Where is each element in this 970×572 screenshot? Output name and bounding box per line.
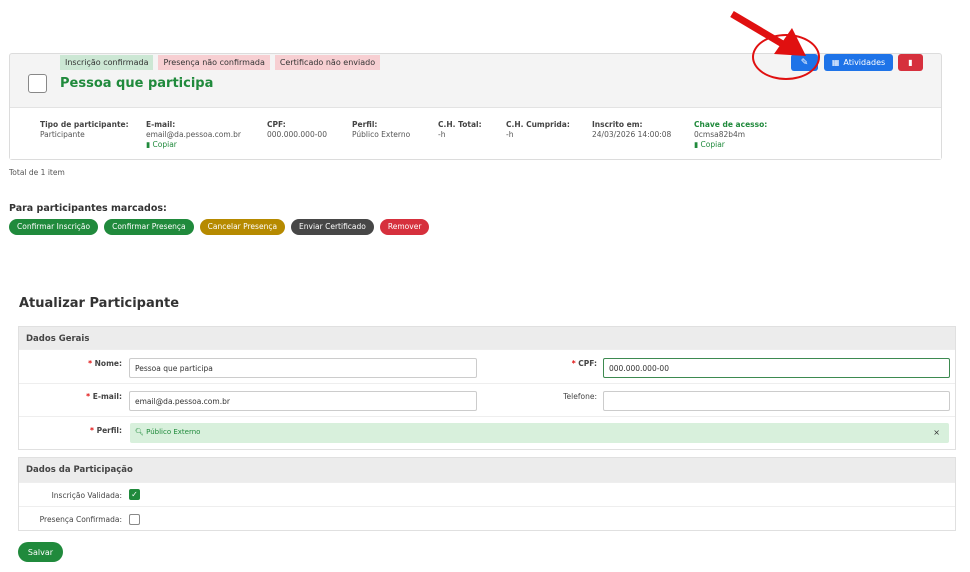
field-cpf: CPF: 000.000.000-00	[267, 120, 327, 140]
perfil-selected-value: Público Externo	[146, 428, 201, 436]
trash-icon: ▮	[908, 58, 913, 67]
perfil-select[interactable]: 🔍︎ Público Externo ×	[130, 423, 949, 443]
copy-icon: ▮	[694, 140, 699, 149]
copy-email-label: Copiar	[152, 140, 177, 149]
field-perfil-value: Público Externo	[352, 130, 411, 139]
field-perfil: Perfil: Público Externo	[352, 120, 410, 140]
telefone-input[interactable]	[603, 391, 950, 411]
copy-chave-label: Copiar	[700, 140, 725, 149]
row-presenca: Presença Confirmada:	[19, 506, 955, 530]
row-perfil: * Perfil: 🔍︎ Público Externo ×	[19, 416, 955, 449]
field-email-label: E-mail:	[146, 120, 176, 129]
send-certificate-button[interactable]: Enviar Certificado	[291, 219, 374, 235]
check-icon: ✓	[131, 490, 138, 499]
inscricao-label: Inscrição Validada:	[51, 491, 122, 500]
nome-input[interactable]: Pessoa que participa	[129, 358, 477, 378]
row-email-telefone: * E-mail: email@da.pessoa.com.br Telefon…	[19, 383, 955, 416]
presenca-label: Presença Confirmada:	[39, 515, 122, 524]
marked-actions-title: Para participantes marcados:	[9, 203, 167, 214]
save-button[interactable]: Salvar	[18, 542, 63, 562]
field-inscrito: Inscrito em: 24/03/2026 14:00:08	[592, 120, 671, 140]
copy-icon: ▮	[146, 140, 151, 149]
field-ch-cumprida-label: C.H. Cumprida:	[506, 120, 570, 129]
telefone-label: Telefone:	[563, 392, 597, 401]
dados-gerais-header: Dados Gerais	[19, 327, 955, 349]
remove-button[interactable]: Remover	[379, 219, 430, 235]
field-email: E-mail: email@da.pessoa.com.br ▮ Copiar	[146, 120, 241, 150]
email-input[interactable]: email@da.pessoa.com.br	[129, 391, 477, 411]
copy-chave-link[interactable]: ▮ Copiar	[694, 140, 767, 150]
confirm-presenca-button[interactable]: Confirmar Presença	[104, 219, 194, 235]
clear-icon[interactable]: ×	[933, 428, 940, 437]
field-ch-cumprida: C.H. Cumprida: -h	[506, 120, 570, 140]
inscricao-checkbox[interactable]: ✓	[129, 489, 140, 500]
copy-email-link[interactable]: ▮ Copiar	[146, 140, 241, 150]
atividades-button[interactable]: ▦ Atividades	[824, 54, 893, 71]
perfil-label-text: Perfil:	[96, 426, 122, 435]
marked-actions: Confirmar Inscrição Confirmar Presença C…	[9, 219, 430, 235]
confirm-inscricao-button[interactable]: Confirmar Inscrição	[9, 219, 99, 235]
cpf-label: * CPF:	[571, 359, 597, 368]
table-icon: ▦	[831, 58, 840, 67]
field-ch-total-value: -h	[438, 130, 446, 139]
field-chave-value: 0cmsa82b4m	[694, 130, 746, 139]
page-title: Atualizar Participante	[19, 296, 180, 311]
participant-select-checkbox[interactable]	[28, 74, 47, 93]
dados-participacao-header: Dados da Participação	[19, 458, 955, 482]
field-email-value: email@da.pessoa.com.br	[146, 130, 241, 139]
annotation-arrow-icon	[730, 10, 806, 56]
atividades-label: Atividades	[843, 58, 886, 67]
field-inscrito-label: Inscrito em:	[592, 120, 643, 129]
field-perfil-label: Perfil:	[352, 120, 378, 129]
presenca-checkbox[interactable]	[129, 514, 140, 525]
participant-name: Pessoa que participa	[60, 76, 214, 91]
email-label-text: E-mail:	[92, 392, 122, 401]
status-badge-certificado: Certificado não enviado	[274, 55, 381, 70]
nome-label: * Nome:	[88, 359, 122, 368]
status-badge-inscricao: Inscrição confirmada	[60, 55, 154, 70]
field-inscrito-value: 24/03/2026 14:00:08	[592, 130, 672, 139]
field-tipo-value: Participante	[40, 130, 85, 139]
field-chave: Chave de acesso: 0cmsa82b4m ▮ Copiar	[694, 120, 767, 150]
cancel-presenca-button[interactable]: Cancelar Presença	[199, 219, 286, 235]
total-count: Total de 1 item	[9, 168, 65, 177]
status-badge-presenca: Presença não confirmada	[158, 55, 270, 70]
cpf-label-text: CPF:	[578, 359, 597, 368]
field-cpf-label: CPF:	[267, 120, 286, 129]
field-cpf-value: 000.000.000-00	[267, 130, 327, 139]
dados-participacao-panel: Dados da Participação Inscrição Validada…	[18, 457, 956, 531]
delete-button[interactable]: ▮	[898, 54, 923, 71]
field-tipo: Tipo de participante: Participante	[40, 120, 129, 140]
field-ch-total: C.H. Total: -h	[438, 120, 482, 140]
field-chave-label: Chave de acesso:	[694, 120, 768, 129]
search-icon: 🔍︎	[135, 428, 144, 436]
row-inscricao: Inscrição Validada: ✓	[19, 482, 955, 506]
email-label: * E-mail:	[86, 392, 122, 401]
perfil-label: * Perfil:	[90, 426, 122, 435]
dados-gerais-panel: Dados Gerais * Nome: Pessoa que particip…	[18, 326, 956, 450]
nome-label-text: Nome:	[94, 359, 122, 368]
field-ch-cumprida-value: -h	[506, 130, 514, 139]
row-nome-cpf: * Nome: Pessoa que participa * CPF: 000.…	[19, 349, 955, 383]
cpf-input[interactable]: 000.000.000-00	[603, 358, 950, 378]
field-ch-total-label: C.H. Total:	[438, 120, 482, 129]
field-tipo-label: Tipo de participante:	[40, 120, 129, 129]
status-badges: Inscrição confirmada Presença não confir…	[60, 55, 381, 70]
